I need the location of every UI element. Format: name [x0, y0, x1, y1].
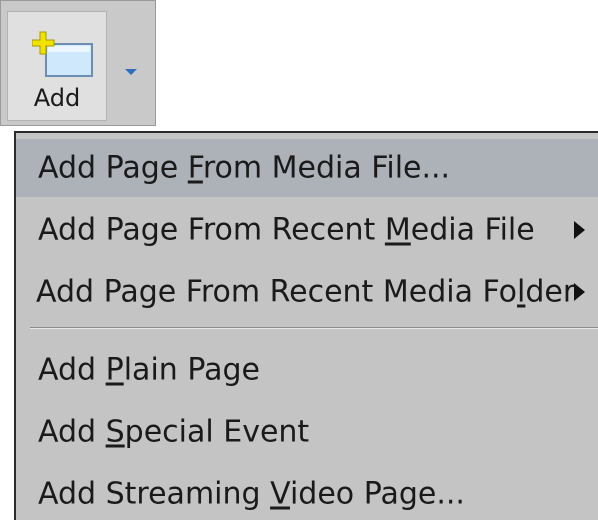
menu-item-add-page-from-recent-media-file[interactable]: Add Page From Recent Media File	[16, 201, 598, 259]
add-split-button[interactable]: Add	[0, 0, 156, 126]
add-button[interactable]: Add	[7, 11, 107, 121]
menu-item-add-streaming-video-page[interactable]: Add Streaming Video Page...	[16, 465, 598, 523]
menu-item-label: Add Page From Recent Media Folder	[36, 274, 576, 310]
menu-item-label: Add Page From Media File...	[38, 150, 451, 186]
add-dropdown-button[interactable]	[109, 11, 153, 121]
menu-item-add-page-from-recent-media-folder[interactable]: Add Page From Recent Media Folder	[16, 263, 598, 321]
menu-separator	[30, 327, 598, 329]
menu-item-add-special-event[interactable]: Add Special Event	[16, 403, 598, 461]
menu-item-label: Add Plain Page	[38, 352, 260, 388]
dropdown-arrow-icon	[125, 69, 137, 75]
add-dropdown-menu: Add Page From Media File... Add Page Fro…	[14, 131, 598, 520]
menu-item-label: Add Special Event	[38, 414, 310, 450]
menu-item-add-plain-page[interactable]: Add Plain Page	[16, 341, 598, 399]
menu-item-add-page-from-media-file[interactable]: Add Page From Media File...	[16, 139, 598, 197]
submenu-arrow-icon	[574, 283, 585, 301]
submenu-arrow-icon	[574, 221, 585, 239]
menu-item-label: Add Page From Recent Media File	[38, 212, 535, 248]
menu-item-label: Add Streaming Video Page...	[38, 476, 465, 512]
add-button-label: Add	[33, 84, 81, 112]
new-page-icon	[32, 31, 93, 77]
